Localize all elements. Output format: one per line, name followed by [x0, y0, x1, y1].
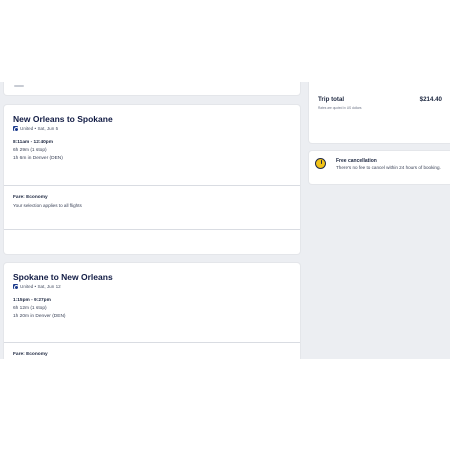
trip-total-label: Trip total — [318, 96, 345, 103]
airline-date-row: United • Sat, Jun 5 — [13, 126, 59, 132]
previous-card-bottom — [4, 82, 300, 95]
flight-layover: 1h 20m in Denver (DEN) — [13, 314, 66, 319]
currency-note: Rates are quoted in US dollars — [318, 106, 362, 110]
clock-badge-icon — [315, 158, 326, 169]
section-divider — [4, 229, 300, 230]
airline-date-row: United • Sat, Jun 12 — [13, 284, 61, 290]
trip-total-amount: $214.40 — [419, 96, 442, 103]
booking-review-viewport: New Orleans to Spokane United • Sat, Jun… — [0, 82, 450, 359]
flight-duration: 6h 29m (1 stop) — [13, 148, 47, 153]
airline-date-text: United • Sat, Jun 5 — [20, 126, 59, 131]
section-divider — [4, 185, 300, 186]
flight-duration: 6h 12m (1 stop) — [13, 306, 47, 311]
flight-layover: 1h 6m in Denver (DEN) — [13, 156, 63, 161]
cancellation-title: Free cancellation — [336, 158, 377, 164]
united-logo-icon — [13, 126, 19, 132]
collapsed-toggle[interactable] — [14, 85, 24, 87]
flight-route-title: Spokane to New Orleans — [13, 272, 113, 282]
section-divider — [4, 342, 300, 343]
trip-total-card: Trip total $214.40 Rates are quoted in U… — [309, 82, 450, 143]
free-cancellation-card: Free cancellation There's no fee to canc… — [309, 151, 450, 184]
fare-note: Your selection applies to all flights — [13, 203, 82, 208]
fare-class: Fare: Economy — [13, 352, 48, 357]
flight-card-return: Spokane to New Orleans United • Sat, Jun… — [4, 263, 300, 359]
fare-class: Fare: Economy — [13, 195, 48, 200]
flight-times: 8:11am - 12:40pm — [13, 140, 53, 145]
flight-route-title: New Orleans to Spokane — [13, 114, 113, 124]
flight-card-outbound: New Orleans to Spokane United • Sat, Jun… — [4, 105, 300, 254]
airline-date-text: United • Sat, Jun 12 — [20, 284, 61, 289]
cancellation-text: There's no fee to cancel within 24 hours… — [336, 165, 441, 170]
flight-times: 1:15pm - 9:27pm — [13, 298, 51, 303]
united-logo-icon — [13, 284, 19, 290]
